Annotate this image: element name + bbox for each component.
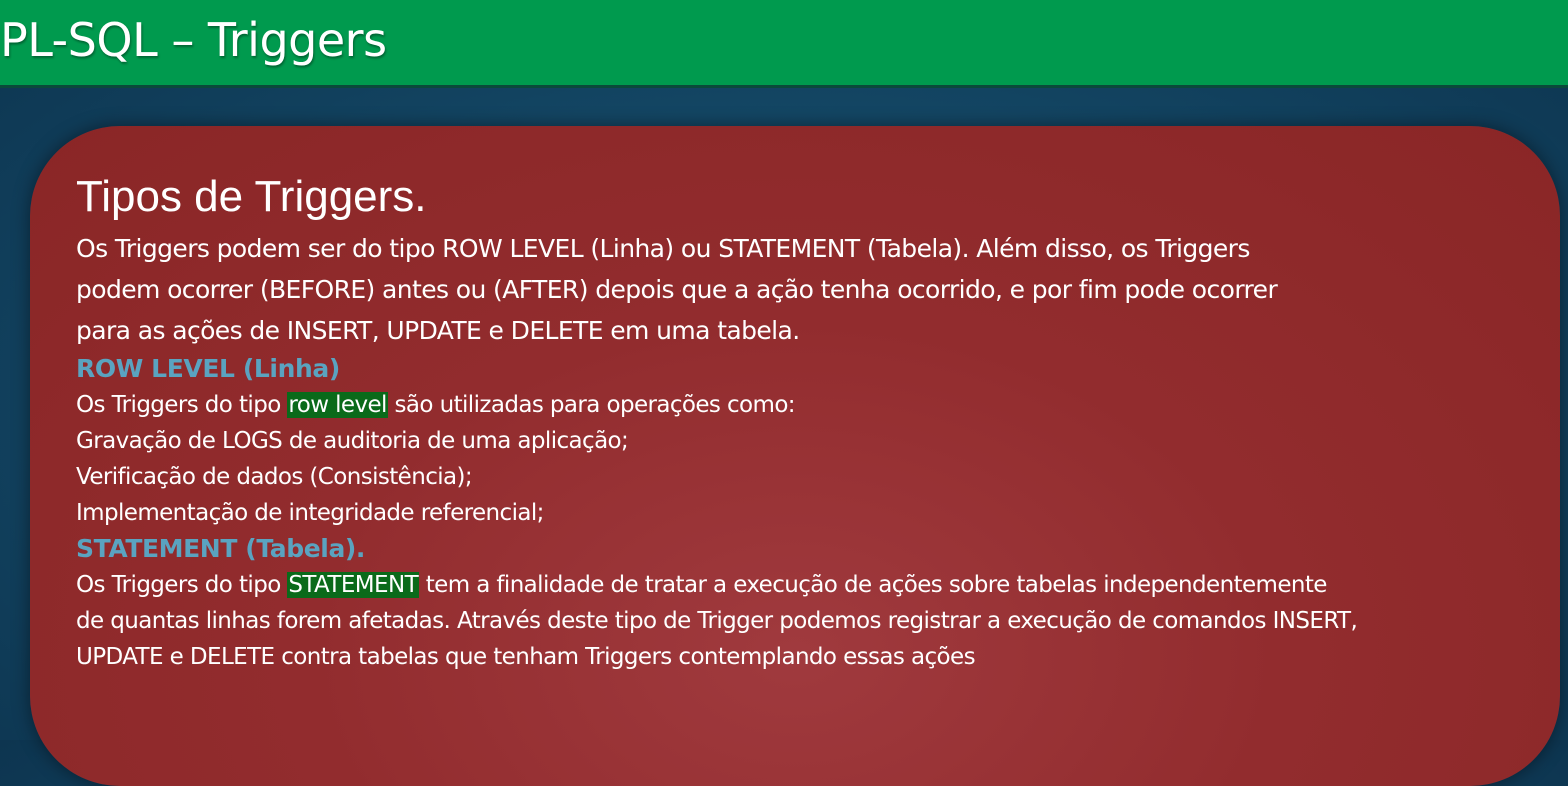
intro-line-3: para as ações de INSERT, UPDATE e DELETE… [76,316,800,345]
row-level-item-3: Implementação de integridade referencial… [76,500,544,526]
statement-highlight: STATEMENT [287,572,420,598]
statement-line-1: Os Triggers do tipo STATEMENT tem a fina… [76,567,1526,603]
slide-header: PL-SQL – Triggers [0,0,1568,88]
row-level-lead-after: são utilizadas para operações como: [387,392,796,418]
slide-content: Tipos de Triggers. Os Triggers podem ser… [76,168,1526,675]
statement-line-1-after: tem a finalidade de tratar a execução de… [419,572,1328,598]
row-level-lead: Os Triggers do tipo row level são utiliz… [76,387,1526,423]
statement-line-2: de quantas linhas forem afetadas. Atravé… [76,608,1358,634]
slide-title: PL-SQL – Triggers [0,13,387,67]
row-level-lead-before: Os Triggers do tipo [76,392,288,418]
intro-line-2: podem ocorrer (BEFORE) antes ou (AFTER) … [76,275,1278,304]
statement-line-3: UPDATE e DELETE contra tabelas que tenha… [76,644,976,670]
statement-heading: STATEMENT (Tabela). [76,534,366,563]
statement-line-1-before: Os Triggers do tipo [76,572,288,598]
row-level-item-2: Verificação de dados (Consistência); [76,464,473,490]
row-level-item-1: Gravação de LOGS de auditoria de uma apl… [76,428,629,454]
row-level-heading: ROW LEVEL (Linha) [76,354,340,383]
intro-line-1: Os Triggers podem ser do tipo ROW LEVEL … [76,234,1250,263]
section-title: Tipos de Triggers. [76,172,427,221]
row-level-highlight: row level [287,392,388,418]
